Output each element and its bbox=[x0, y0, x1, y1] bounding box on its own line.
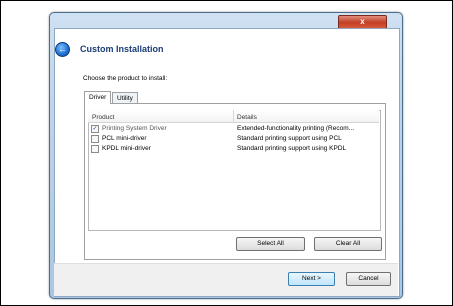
back-arrow-icon: ← bbox=[58, 44, 67, 54]
checkbox-kpdl-mini-driver[interactable] bbox=[91, 145, 99, 153]
tab-driver[interactable]: Driver bbox=[84, 91, 112, 104]
checkbox-printing-system-driver[interactable]: ✓ bbox=[91, 125, 99, 133]
product-name: PCL mini-driver bbox=[102, 135, 147, 142]
column-header-product[interactable]: Product bbox=[92, 114, 114, 121]
checkmark-icon: ✓ bbox=[92, 126, 98, 132]
cancel-button[interactable]: Cancel bbox=[346, 272, 391, 286]
select-all-button[interactable]: Select All bbox=[236, 237, 305, 251]
column-divider[interactable] bbox=[233, 110, 234, 122]
product-details: Standard printing support using KPDL bbox=[237, 145, 347, 152]
next-button[interactable]: Next > bbox=[288, 272, 335, 286]
tab-label: Utility bbox=[117, 95, 133, 102]
close-icon: x bbox=[360, 17, 365, 26]
product-details: Standard printing support using PCL bbox=[237, 135, 342, 142]
instruction-text: Choose the product to install: bbox=[83, 75, 168, 82]
back-button[interactable]: ← bbox=[55, 42, 70, 57]
clear-all-button[interactable]: Clear All bbox=[314, 237, 382, 251]
product-details: Extended-functionality printing (Recom..… bbox=[237, 125, 355, 132]
tab-label: Driver bbox=[89, 94, 107, 101]
product-name: KPDL mini-driver bbox=[102, 145, 151, 152]
product-name: Printing System Driver bbox=[102, 125, 167, 132]
close-button[interactable]: x bbox=[338, 15, 387, 29]
dialog-title: Custom Installation bbox=[80, 44, 164, 54]
column-header-details[interactable]: Details bbox=[237, 114, 257, 121]
checkbox-pcl-mini-driver[interactable] bbox=[91, 135, 99, 143]
